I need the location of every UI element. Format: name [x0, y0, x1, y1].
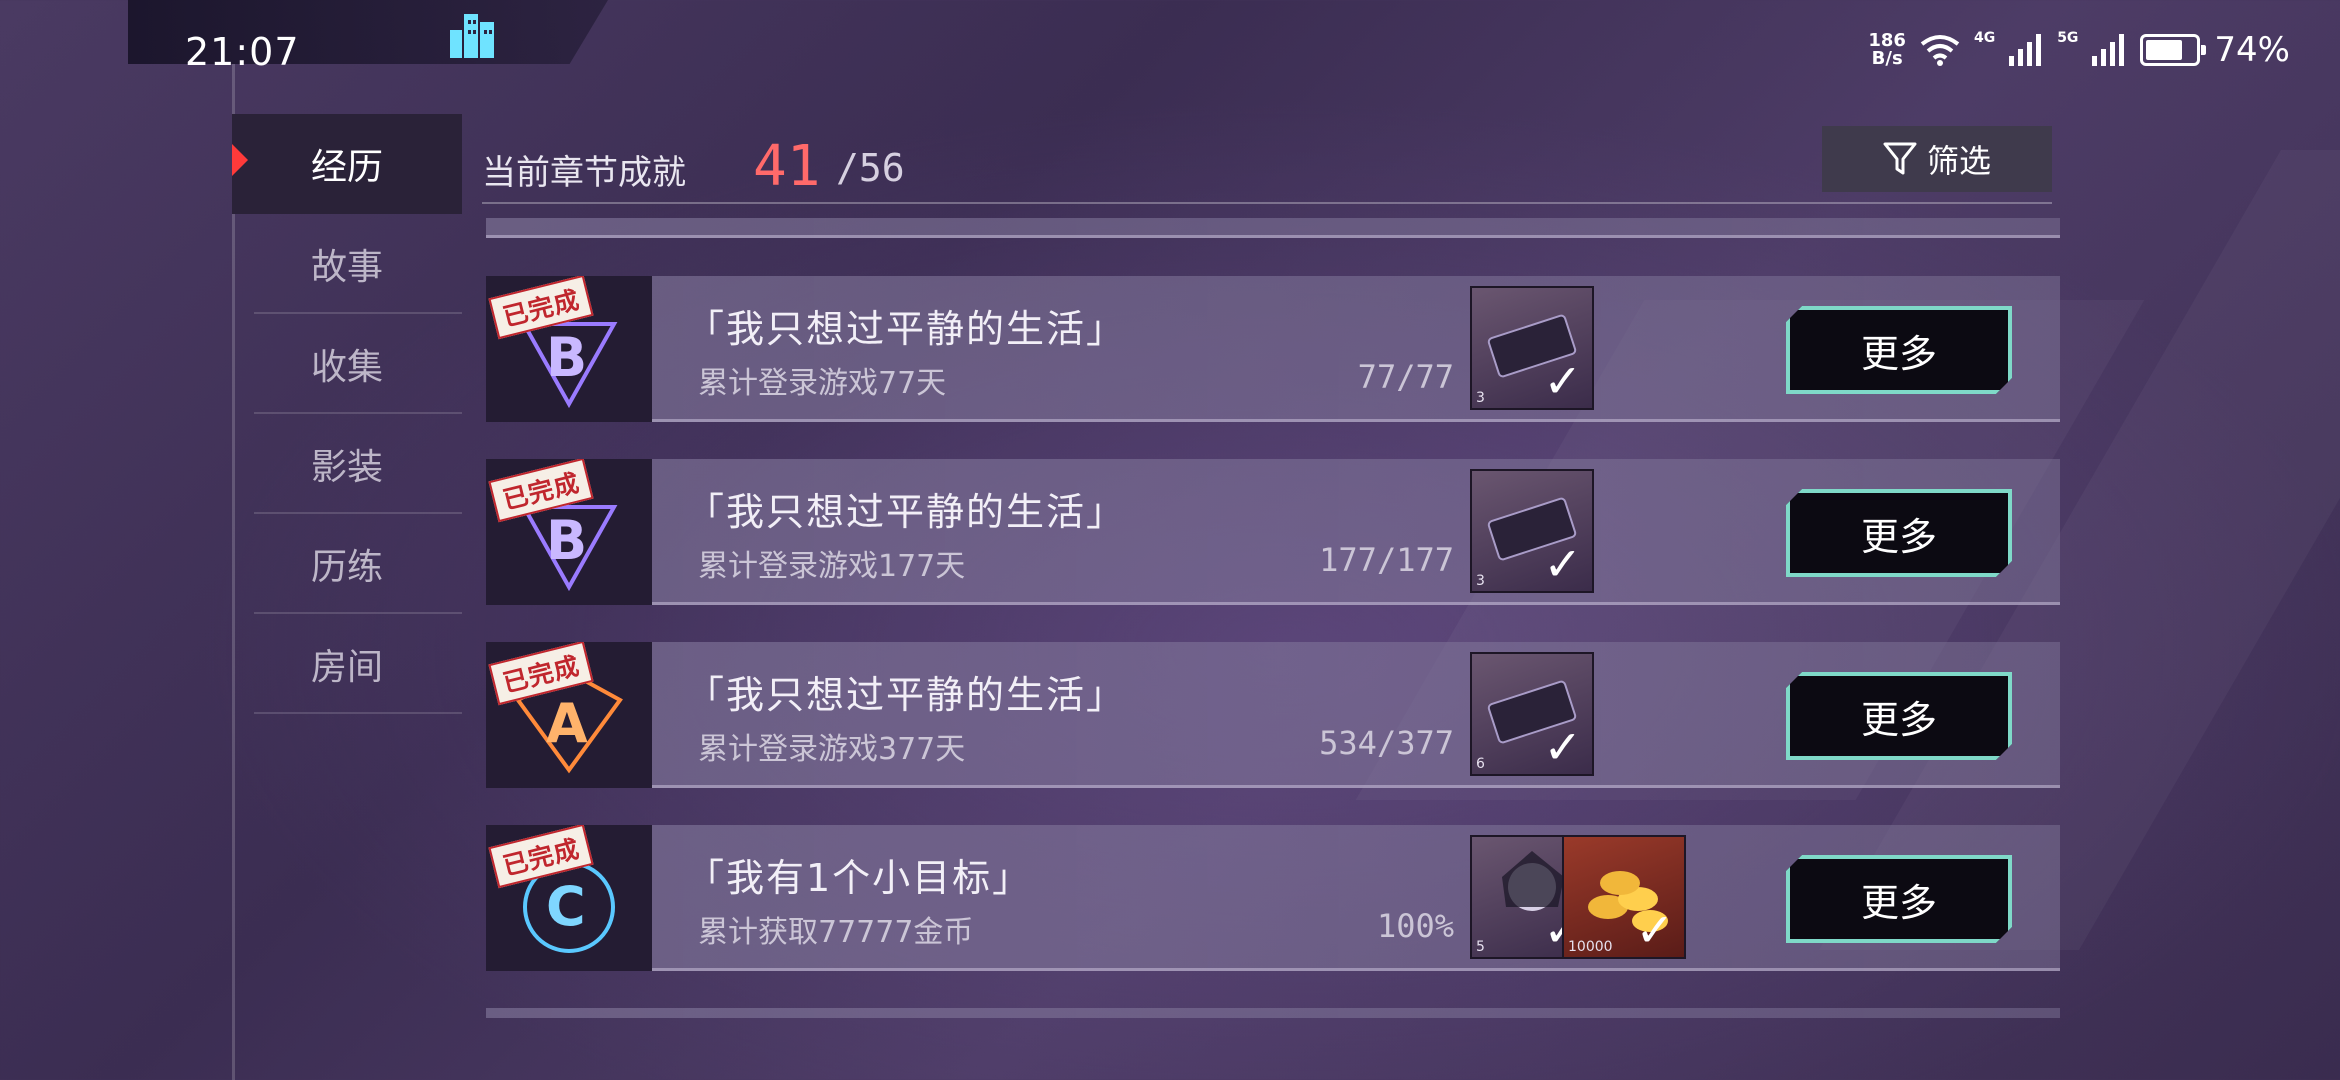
- achievement-total: /56: [836, 146, 905, 190]
- achievement-row: C 已完成 「我有1个小目标」 累计获取77777金币 100% 5 ✓ 100…: [486, 825, 2060, 971]
- achievement-description: 累计登录游戏77天: [698, 366, 947, 401]
- more-button[interactable]: 更多: [1786, 672, 2012, 760]
- reward-ticket[interactable]: 3 ✓: [1470, 469, 1594, 593]
- achievement-progress: 77/77: [1357, 358, 1454, 396]
- clock: 21:07: [185, 30, 300, 74]
- sidebar-item-outfit[interactable]: 影装: [232, 414, 462, 514]
- reward-quantity: 3: [1476, 390, 1485, 406]
- chapter-achievement-label: 当前章节成就: [482, 153, 686, 193]
- reward-ticket[interactable]: 3 ✓: [1470, 286, 1594, 410]
- grade-letter: C: [546, 875, 586, 938]
- reward-quantity: 3: [1476, 573, 1485, 589]
- filter-funnel-icon: [1883, 142, 1917, 175]
- achievement-row: A 已完成 「我只想过平静的生活」 累计登录游戏377天 534/377 6 ✓…: [486, 642, 2060, 788]
- grade-badge: A 已完成: [486, 642, 652, 788]
- grade-letter: B: [546, 326, 588, 389]
- sidebar-item-experience[interactable]: 经历: [232, 114, 462, 214]
- achievement-progress: 177/177: [1319, 541, 1454, 579]
- check-icon: ✓: [1543, 354, 1582, 408]
- battery-level-fill: [2146, 40, 2182, 60]
- network-type-4g: 4G: [1973, 30, 1996, 46]
- grade-letter: A: [546, 692, 588, 755]
- reward-gold-coins[interactable]: 10000 ✓: [1562, 835, 1686, 959]
- achievement-row-partial-top: [486, 218, 2060, 238]
- achievement-count: 41: [753, 134, 821, 199]
- signal-bars-icon: [2009, 34, 2042, 66]
- grade-badge: C 已完成: [486, 825, 652, 971]
- grade-letter: B: [546, 509, 588, 572]
- battery-icon: [2140, 34, 2207, 66]
- achievement-description: 累计登录游戏377天: [698, 732, 966, 767]
- reward-quantity: 10000: [1568, 939, 1613, 955]
- signal-bars-icon: [2092, 34, 2125, 66]
- filter-label: 筛选: [1926, 142, 1991, 180]
- more-button[interactable]: 更多: [1786, 306, 2012, 394]
- achievement-title: 「我只想过平静的生活」: [686, 673, 1127, 717]
- check-icon: ✓: [1635, 903, 1674, 957]
- grade-badge: B 已完成: [486, 276, 652, 422]
- net-speed: 186 B/s: [1868, 30, 1906, 69]
- system-status: 186 B/s 4G 5G 74%: [1868, 30, 2290, 70]
- check-icon: ✓: [1543, 537, 1582, 591]
- header-divider: [482, 202, 2052, 204]
- achievement-row-partial-bottom: [486, 1008, 2060, 1018]
- achievement-title: 「我有1个小目标」: [686, 856, 1033, 900]
- reward-quantity: 5: [1476, 939, 1485, 955]
- more-button[interactable]: 更多: [1786, 489, 2012, 577]
- achievement-list[interactable]: B 已完成 「我只想过平静的生活」 累计登录游戏77天 77/77 3 ✓ 更多…: [486, 218, 2060, 1018]
- network-type-5g: 5G: [2057, 30, 2079, 46]
- sidebar-item-story[interactable]: 故事: [232, 214, 462, 314]
- achievement-progress: 100%: [1376, 907, 1454, 945]
- grade-badge: B 已完成: [486, 459, 652, 605]
- achievement-description: 累计登录游戏177天: [698, 549, 966, 584]
- achievement-row: B 已完成 「我只想过平静的生活」 累计登录游戏77天 77/77 3 ✓ 更多: [486, 276, 2060, 422]
- achievement-row: B 已完成 「我只想过平静的生活」 累计登录游戏177天 177/177 3 ✓…: [486, 459, 2060, 605]
- sidebar-item-room[interactable]: 房间: [232, 614, 462, 714]
- city-building-icon[interactable]: [446, 8, 500, 60]
- achievement-title: 「我只想过平静的生活」: [686, 307, 1127, 351]
- sidebar-item-training[interactable]: 历练: [232, 514, 462, 614]
- more-button[interactable]: 更多: [1786, 855, 2012, 943]
- achievement-progress: 534/377: [1319, 724, 1454, 762]
- sidebar-nav: 经历 故事 收集 影装 历练 房间: [232, 114, 462, 714]
- battery-percent: 74%: [2214, 30, 2290, 70]
- reward-ticket[interactable]: 6 ✓: [1470, 652, 1594, 776]
- achievement-description: 累计获取77777金币: [698, 915, 974, 950]
- achievement-title: 「我只想过平静的生活」: [686, 490, 1127, 534]
- wifi-icon: [1920, 35, 1960, 66]
- check-icon: ✓: [1543, 720, 1582, 774]
- filter-button[interactable]: 筛选: [1822, 126, 2052, 192]
- reward-quantity: 6: [1476, 756, 1485, 772]
- sidebar-item-collection[interactable]: 收集: [232, 314, 462, 414]
